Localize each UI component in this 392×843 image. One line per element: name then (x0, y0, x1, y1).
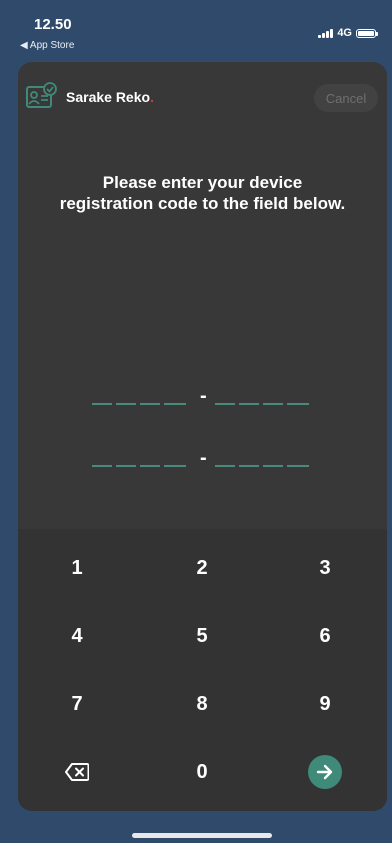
code-field-row-2[interactable]: - (92, 447, 317, 471)
code-slot[interactable] (263, 465, 283, 467)
code-slot[interactable] (116, 403, 136, 405)
id-card-icon (26, 82, 57, 108)
modal-header: Sarake Reko. Cancel (18, 62, 387, 132)
key-5[interactable]: 5 (162, 611, 242, 661)
status-time: 12.50 (34, 16, 72, 33)
code-slot[interactable] (287, 403, 309, 405)
brand-dot: . (150, 89, 154, 105)
back-to-app-store-link[interactable]: ◀ App Store (20, 40, 74, 51)
backspace-button[interactable] (37, 747, 117, 797)
code-slot[interactable] (215, 403, 235, 405)
app-name: Sarake Reko. (66, 89, 154, 105)
numeric-keypad: 1 2 3 4 5 6 7 8 9 0 (18, 529, 387, 811)
code-slot[interactable] (287, 465, 309, 467)
key-4[interactable]: 4 (37, 611, 117, 661)
key-1[interactable]: 1 (37, 543, 117, 593)
code-slot[interactable] (92, 403, 112, 405)
instruction-line-2: registration code to the field below. (59, 194, 346, 213)
code-slot[interactable] (164, 465, 186, 467)
code-slot[interactable] (92, 465, 112, 467)
cancel-button[interactable]: Cancel (314, 84, 378, 112)
code-slot[interactable] (140, 465, 160, 467)
code-slot[interactable] (239, 403, 259, 405)
backspace-icon (65, 763, 89, 781)
instruction-line-1: Please enter your device (102, 173, 303, 192)
registration-modal: Sarake Reko. Cancel Please enter your de… (18, 62, 387, 811)
code-slot[interactable] (239, 465, 259, 467)
signal-icon (318, 28, 334, 38)
code-separator: - (200, 447, 207, 469)
network-label: 4G (337, 27, 352, 39)
key-7[interactable]: 7 (37, 679, 117, 729)
key-2[interactable]: 2 (162, 543, 242, 593)
code-slot[interactable] (116, 465, 136, 467)
code-field-row-1[interactable]: - (92, 385, 317, 409)
status-indicators: 4G (318, 27, 378, 39)
battery-icon (356, 28, 378, 38)
code-slot[interactable] (215, 465, 235, 467)
key-6[interactable]: 6 (285, 611, 365, 661)
key-8[interactable]: 8 (162, 679, 242, 729)
key-9[interactable]: 9 (285, 679, 365, 729)
key-0[interactable]: 0 (162, 747, 242, 797)
code-slot[interactable] (140, 403, 160, 405)
arrow-right-icon (316, 764, 333, 780)
code-separator: - (200, 385, 207, 407)
key-3[interactable]: 3 (285, 543, 365, 593)
submit-button[interactable] (308, 755, 342, 789)
status-bar: 12.50 ◀ App Store 4G (0, 0, 392, 56)
home-indicator[interactable] (132, 833, 272, 838)
code-slot[interactable] (164, 403, 186, 405)
instruction-text: Please enter your device registration co… (18, 172, 387, 214)
code-slot[interactable] (263, 403, 283, 405)
